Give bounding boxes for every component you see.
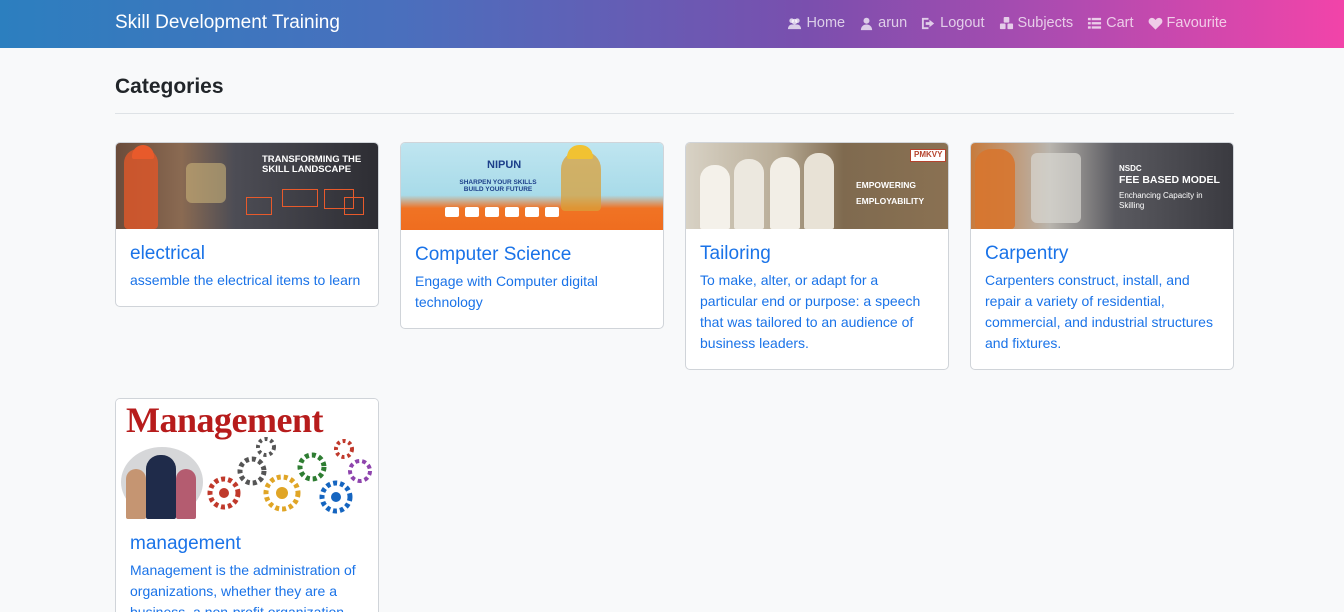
helmet-shape [132,145,154,159]
carpentry-banner-subtext: Enchancing Capacity in Skilling [1119,191,1203,210]
category-description: Engage with Computer digital technology [415,273,598,310]
nipun-logo: NIPUN [487,159,522,171]
nav-user-link[interactable]: arun [859,15,907,31]
top-navbar: Skill Development Training Home arun Log… [0,0,1344,48]
stat-box-2 [282,189,318,207]
pmkvy-logo: PMKVY [910,149,947,162]
worker-figure [975,149,1015,229]
nav-home-label: Home [806,15,846,31]
electrical-banner-text: TRANSFORMING THE SKILL LANDSCAPE [262,154,362,176]
category-title[interactable]: electrical [130,243,364,265]
worker-figure [124,149,158,229]
student-figure [700,165,730,229]
user-icon [861,17,873,30]
category-title[interactable]: Carpentry [985,243,1219,265]
equipment-shape [186,163,226,203]
nav-user-label: arun [878,15,908,31]
gears-illustration [207,437,372,514]
tailoring-banner-text: EMPOWERING [856,180,916,190]
icon-row [401,207,663,223]
nsdc-label: NSDC [1119,164,1142,173]
category-title[interactable]: Tailoring [700,243,934,265]
student-figure [734,159,764,229]
list-icon [1088,17,1102,29]
category-image-computer-science[interactable]: NIPUN SHARPEN YOUR SKILLS BUILD YOUR FUT… [401,143,663,230]
nav-subjects-link[interactable]: Subjects [999,15,1074,31]
category-card-tailoring[interactable]: PMKVY EMPOWERING EMPLOYABILITY Tailoring… [685,142,949,370]
heading-divider [115,113,1234,114]
student-figure [804,153,834,229]
student-figure [770,157,800,229]
brand-link[interactable]: Skill Development Training [115,12,340,34]
tailoring-banner-text-2: EMPLOYABILITY [856,196,925,206]
nav-cart-link[interactable]: Cart [1087,15,1134,31]
nav-favourite-label: Favourite [1166,15,1227,31]
helmet-shape [567,145,593,159]
category-image-management[interactable]: Management [116,399,378,519]
card-body: Tailoring To make, alter, or adapt for a… [686,229,948,366]
cs-banner-text: SHARPEN YOUR SKILLS BUILD YOUR FUTURE [459,179,537,194]
category-card-management[interactable]: Management management Management is the … [115,398,379,612]
worker-figure [561,151,601,211]
category-card-carpentry[interactable]: NSDC FEE BASED MODEL Enchancing Capacity… [970,142,1234,370]
nav-logout-link[interactable]: Logout [921,15,985,31]
page-heading: Categories [115,75,224,98]
nav-home-link[interactable]: Home [787,15,845,31]
category-image-tailoring[interactable]: PMKVY EMPOWERING EMPLOYABILITY [686,143,948,229]
stat-box-4 [344,197,364,215]
person-figure [146,455,176,519]
category-image-carpentry[interactable]: NSDC FEE BASED MODEL Enchancing Capacity… [971,143,1233,229]
category-title[interactable]: management [130,533,364,555]
carpentry-banner-text: FEE BASED MODEL [1119,174,1220,186]
category-description: Management is the administration of orga… [130,562,356,612]
users-icon [788,17,802,29]
stat-box-1 [246,197,272,215]
card-body: electrical assemble the electrical items… [116,229,378,303]
card-body: Computer Science Engage with Computer di… [401,230,663,325]
category-description: Carpenters construct, install, and repai… [985,272,1213,351]
nav-logout-label: Logout [940,15,985,31]
category-title[interactable]: Computer Science [415,244,649,266]
nav-links: Home arun Logout Subjects Cart Favourite [787,15,1227,31]
person-figure [176,469,196,519]
person-figure [126,469,146,519]
category-description: assemble the electrical items to learn [130,272,361,288]
category-card-electrical[interactable]: TRANSFORMING THE SKILL LANDSCAPE electri… [115,142,379,307]
heart-icon [1148,17,1162,30]
nav-favourite-link[interactable]: Favourite [1148,15,1227,31]
workshop-shape [1031,153,1081,223]
cubes-icon [999,16,1013,29]
category-description: To make, alter, or adapt for a particula… [700,272,921,351]
card-body: management Management is the administrat… [116,519,378,612]
nav-subjects-label: Subjects [1017,15,1074,31]
category-card-computer-science[interactable]: NIPUN SHARPEN YOUR SKILLS BUILD YOUR FUT… [400,142,664,329]
category-image-electrical[interactable]: TRANSFORMING THE SKILL LANDSCAPE [116,143,378,229]
nav-cart-label: Cart [1106,15,1134,31]
card-body: Carpentry Carpenters construct, install,… [971,229,1233,366]
logout-icon [922,17,935,29]
